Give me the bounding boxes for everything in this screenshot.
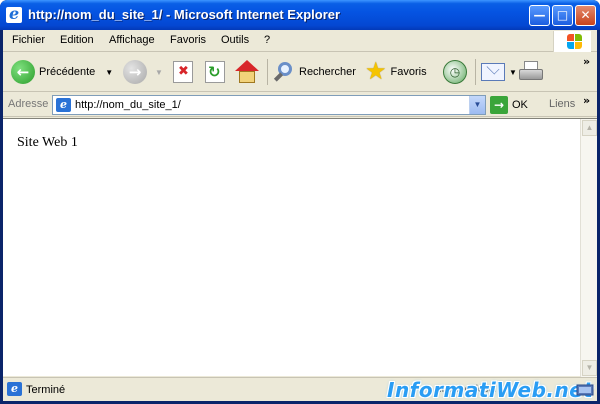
address-url[interactable]: http://nom_du_site_1/ [75, 99, 181, 111]
go-arrow-icon: → [490, 96, 508, 114]
address-label: Adresse [8, 98, 49, 110]
favorites-star-icon: ★ [365, 58, 387, 85]
address-bar: Adresse e http://nom_du_site_1/ ▼ → OK L… [3, 93, 597, 117]
search-label: Rechercher [299, 66, 356, 78]
title-bar[interactable]: http://nom_du_site_1/ - Microsoft Intern… [0, 0, 600, 30]
scroll-up-icon[interactable]: ▲ [582, 120, 597, 136]
favorites-button[interactable]: ★ Favoris [365, 58, 427, 86]
menu-favoris[interactable]: Favoris [170, 34, 206, 46]
close-icon: ✕ [580, 8, 591, 22]
standard-toolbar: ← Précédente ▼ → ▼ ✖ ↻ Rechercher ★ Favo… [3, 53, 597, 92]
browser-client-area: Fichier Edition Affichage Favoris Outils… [3, 30, 597, 402]
links-toolbar-label[interactable]: Liens [549, 98, 575, 110]
windows-logo-icon [553, 31, 591, 52]
home-button[interactable] [235, 58, 259, 86]
address-dropdown-icon[interactable]: ▼ [469, 96, 485, 114]
address-input[interactable]: e http://nom_du_site_1/ ▼ [52, 95, 486, 115]
maximize-icon: □ [556, 8, 569, 22]
status-page-icon: e [7, 382, 22, 396]
forward-dropdown-icon[interactable]: ▼ [155, 68, 163, 77]
window-title: http://nom_du_site_1/ - Microsoft Intern… [28, 7, 341, 22]
page-icon: e [56, 98, 71, 112]
back-dropdown-icon[interactable]: ▼ [105, 68, 113, 77]
print-button[interactable] [519, 58, 543, 86]
status-text: Terminé [26, 384, 66, 396]
watermark-logo: InformatiWeb.net [387, 378, 594, 402]
menu-edition[interactable]: Edition [60, 34, 94, 46]
back-label: Précédente [39, 66, 96, 78]
back-button[interactable]: ← Précédente ▼ [11, 58, 113, 86]
history-button[interactable]: ◷ [443, 58, 467, 86]
page-content: Site Web 1 ▲ ▼ [3, 118, 597, 377]
page-body-text: Site Web 1 [17, 135, 78, 150]
search-icon [273, 61, 295, 83]
search-button[interactable]: Rechercher [273, 58, 356, 86]
favorites-label: Favoris [390, 66, 427, 78]
back-arrow-icon: ← [11, 60, 35, 84]
forward-button[interactable]: → ▼ [123, 58, 163, 86]
status-bar: e Terminé Intranet local InformatiWeb.ne… [3, 377, 597, 402]
stop-button[interactable]: ✖ [173, 58, 193, 86]
refresh-icon: ↻ [205, 61, 225, 83]
print-icon [519, 61, 543, 83]
menu-help[interactable]: ? [264, 34, 270, 46]
go-label: OK [512, 99, 528, 111]
minimize-button[interactable]: — [529, 5, 550, 26]
close-button[interactable]: ✕ [575, 5, 596, 26]
history-icon: ◷ [443, 60, 467, 84]
toolbar-separator [267, 59, 268, 85]
links-overflow-chevron-icon[interactable]: » [583, 94, 590, 107]
mail-button[interactable]: ▼ [481, 58, 517, 86]
vertical-scrollbar[interactable]: ▲ ▼ [580, 119, 597, 377]
stop-icon: ✖ [173, 61, 193, 83]
go-button[interactable]: → OK [490, 96, 528, 114]
mail-icon [481, 61, 505, 81]
home-icon [235, 60, 259, 84]
refresh-button[interactable]: ↻ [205, 58, 225, 86]
menu-affichage[interactable]: Affichage [109, 34, 155, 46]
toolbar-separator [475, 59, 476, 85]
browser-window: http://nom_du_site_1/ - Microsoft Intern… [0, 0, 600, 404]
menu-outils[interactable]: Outils [221, 34, 249, 46]
minimize-icon: — [533, 8, 546, 22]
internet-explorer-icon [6, 4, 22, 23]
toolbar-overflow-chevron-icon[interactable]: » [583, 55, 590, 68]
maximize-button[interactable]: □ [552, 5, 573, 26]
forward-arrow-icon: → [123, 60, 147, 84]
resize-grip-icon[interactable] [575, 381, 595, 399]
scroll-down-icon[interactable]: ▼ [582, 360, 597, 376]
menu-fichier[interactable]: Fichier [12, 34, 45, 46]
menu-bar: Fichier Edition Affichage Favoris Outils… [3, 30, 597, 52]
mail-dropdown-icon[interactable]: ▼ [509, 68, 517, 77]
